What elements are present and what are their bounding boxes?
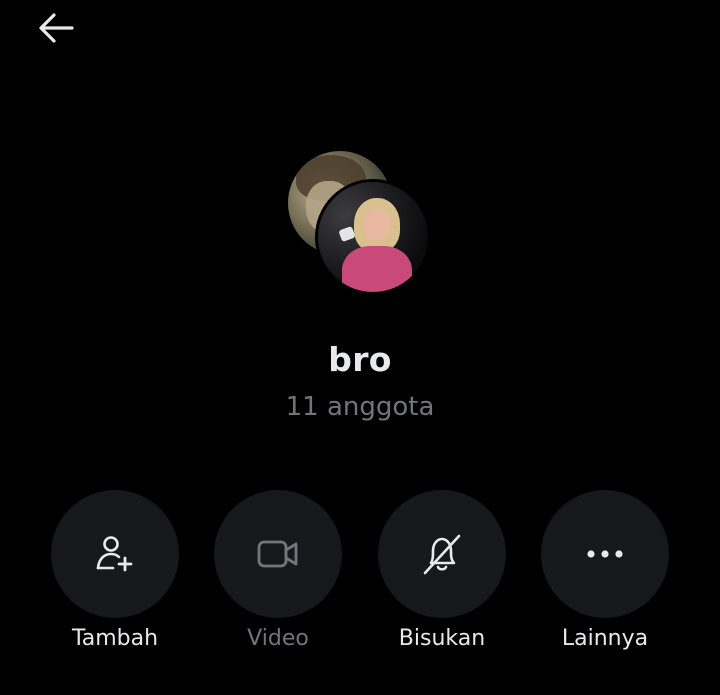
more-label: Lainnya (561, 626, 649, 651)
member-avatar-2 (315, 179, 431, 295)
add-person-icon (96, 536, 133, 572)
add-member-label: Tambah (71, 626, 159, 651)
video-button[interactable]: Video (214, 490, 342, 651)
video-circle[interactable] (214, 490, 342, 618)
arrow-left-icon (39, 13, 74, 43)
member-count: 11 anggota (285, 392, 435, 422)
mute-circle[interactable] (378, 490, 506, 618)
mute-label: Bisukan (398, 626, 486, 651)
add-member-button[interactable]: Tambah (51, 490, 179, 651)
add-member-circle[interactable] (51, 490, 179, 618)
video-camera-icon (257, 540, 298, 568)
mute-button[interactable]: Bisukan (378, 490, 506, 651)
action-bar: Tambah Video Bisukan Lainnya (0, 490, 720, 670)
more-circle[interactable] (541, 490, 669, 618)
bell-off-icon (423, 534, 461, 575)
back-button[interactable] (34, 8, 78, 48)
more-dots-icon (587, 550, 623, 558)
more-button[interactable]: Lainnya (541, 490, 669, 651)
video-label: Video (247, 626, 309, 651)
group-avatar-stack (288, 151, 432, 295)
group-name: bro (328, 340, 392, 379)
